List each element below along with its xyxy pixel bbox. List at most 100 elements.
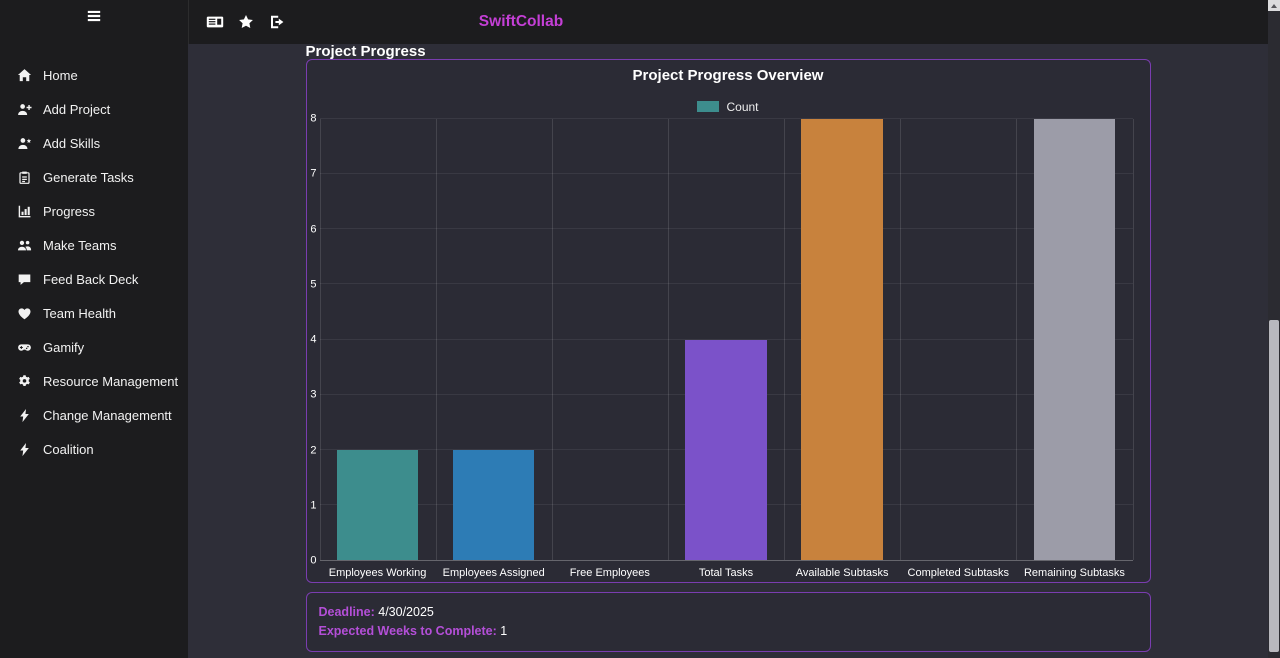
- scrollbar[interactable]: [1268, 0, 1280, 658]
- sign-out-icon: [268, 14, 286, 30]
- legend-label: Count: [726, 99, 759, 114]
- deadline-card: Deadline: 4/30/2025 Expected Weeks to Co…: [305, 592, 1151, 652]
- y-axis-label: 0: [310, 554, 317, 567]
- users-icon: [17, 238, 32, 253]
- sidebar-header: [0, 0, 188, 32]
- sidebar-item-label: Coalition: [43, 441, 94, 457]
- chart-body: 0 1 2 3 4 5 6 7 8: [307, 113, 1150, 566]
- x-axis-label: Free Employees: [569, 567, 650, 579]
- gamepad-icon: [17, 340, 32, 355]
- sidebar-item-coalition[interactable]: Coalition: [0, 432, 188, 466]
- chart-bar-remaining-subtasks[interactable]: [1033, 119, 1116, 560]
- topbar: SwiftCollab: [188, 0, 1268, 44]
- user-skill-icon: [17, 136, 32, 151]
- sidebar-item-label: Feed Back Deck: [43, 271, 139, 287]
- x-axis-label: Total Tasks: [698, 567, 754, 579]
- chart-card: Project Progress Overview Count 0 1 2 3 4 5 6 7…: [305, 59, 1151, 583]
- gridline: [319, 283, 1133, 285]
- y-axis-label: 8: [310, 112, 317, 125]
- sidebar-item-label: Change Managementt: [43, 407, 172, 423]
- chart-plot[interactable]: [319, 118, 1134, 561]
- sidebar-item-label: Make Teams: [43, 237, 117, 253]
- weeks-line: Expected Weeks to Complete: 1: [319, 622, 1138, 641]
- menu-button[interactable]: [85, 7, 103, 25]
- page-title: Project Progress: [305, 44, 426, 60]
- x-axis-label: Employees Assigned: [442, 567, 545, 579]
- gridline: [1132, 119, 1134, 560]
- chart-bar-icon: [17, 204, 32, 219]
- sidebar-item-feed-back-deck[interactable]: Feed Back Deck: [0, 262, 188, 296]
- sidebar-nav: Home Add Project Add Skills Generate Tasks P…: [0, 58, 188, 466]
- sidebar-item-progress[interactable]: Progress: [0, 194, 188, 228]
- scrollbar-thumb[interactable]: [1269, 320, 1279, 652]
- sidebar-item-label: Resource Management: [43, 373, 179, 389]
- sidebar-item-label: Progress: [43, 203, 96, 219]
- gridline: [319, 173, 1133, 175]
- sidebar-item-generate-tasks[interactable]: Generate Tasks: [0, 160, 188, 194]
- user-plus-icon: [17, 102, 32, 117]
- y-axis-label: 4: [310, 333, 317, 346]
- sidebar-item-home[interactable]: Home: [0, 58, 188, 92]
- x-axis-label: Remaining Subtasks: [1023, 567, 1125, 579]
- sidebar-item-label: Home: [43, 67, 78, 83]
- topbar-actions: [206, 14, 286, 30]
- deadline-label: Deadline:: [318, 605, 375, 619]
- scroll-up-arrow[interactable]: [1268, 0, 1280, 11]
- chart-bar-employees-assigned[interactable]: [453, 449, 535, 560]
- comment-icon: [17, 272, 32, 287]
- x-axis-label: Completed Subtasks: [907, 567, 1010, 579]
- chart-bar-available-subtasks[interactable]: [801, 119, 883, 560]
- content-column: Project Progress Project Progress Overvi…: [305, 44, 1151, 652]
- chart-y-axis: 0 1 2 3 4 5 6 7 8: [307, 113, 320, 566]
- home-icon: [17, 68, 32, 83]
- sidebar-item-gamify[interactable]: Gamify: [0, 330, 188, 364]
- gridline: [435, 119, 437, 560]
- app-title: SwiftCollab: [478, 13, 564, 30]
- deadline-line: Deadline: 4/30/2025: [319, 603, 1138, 622]
- bolt-icon: [17, 408, 32, 423]
- sidebar-item-make-teams[interactable]: Make Teams: [0, 228, 188, 262]
- y-axis-label: 1: [310, 499, 317, 512]
- sidebar-item-label: Generate Tasks: [43, 169, 134, 185]
- gear-icon: [17, 374, 32, 389]
- x-axis-label: Available Subtasks: [795, 567, 889, 579]
- gridline: [667, 119, 669, 560]
- gridline: [784, 119, 786, 560]
- y-axis-label: 6: [310, 223, 317, 235]
- chart-bar-employees-working[interactable]: [336, 449, 419, 560]
- y-axis-label: 3: [310, 388, 317, 401]
- legend-item-count[interactable]: Count: [697, 99, 759, 114]
- sign-out-button[interactable]: [268, 14, 286, 30]
- x-axis-label: Employees Working: [328, 567, 427, 579]
- sidebar-item-resource-management[interactable]: Resource Management: [0, 364, 188, 398]
- gridline: [319, 228, 1133, 230]
- deadline-value: 4/30/2025: [378, 605, 434, 619]
- star-icon: [237, 14, 255, 30]
- main-content: Project Progress Project Progress Overvi…: [188, 44, 1268, 658]
- clipboard-icon: [17, 170, 32, 185]
- gridline: [319, 118, 1133, 119]
- sidebar-item-label: Gamify: [43, 339, 85, 355]
- sidebar-item-change-managementt[interactable]: Change Managementt: [0, 398, 188, 432]
- sidebar-item-add-project[interactable]: Add Project: [0, 92, 188, 126]
- bolt-icon: [17, 442, 32, 457]
- sidebar: Home Add Project Add Skills Generate Tasks P…: [0, 0, 188, 658]
- star-button[interactable]: [237, 14, 255, 30]
- sidebar-item-team-health[interactable]: Team Health: [0, 296, 188, 330]
- gridline: [319, 119, 321, 560]
- y-axis-label: 2: [310, 444, 317, 456]
- y-axis-label: 7: [310, 167, 317, 180]
- sidebar-item-add-skills[interactable]: Add Skills: [0, 126, 188, 160]
- chart-legend: Count: [307, 99, 1150, 114]
- legend-swatch: [697, 101, 720, 112]
- gridline: [1016, 119, 1018, 560]
- chart-bar-total-tasks[interactable]: [685, 339, 767, 560]
- chart-title: Project Progress Overview: [632, 67, 824, 84]
- gridline: [551, 119, 553, 560]
- weeks-value: 1: [500, 624, 508, 638]
- heart-icon: [17, 306, 32, 321]
- gridline: [900, 119, 902, 560]
- news-feed-button[interactable]: [206, 14, 224, 30]
- news-feed-icon: [206, 14, 224, 30]
- sidebar-item-label: Add Project: [43, 101, 111, 117]
